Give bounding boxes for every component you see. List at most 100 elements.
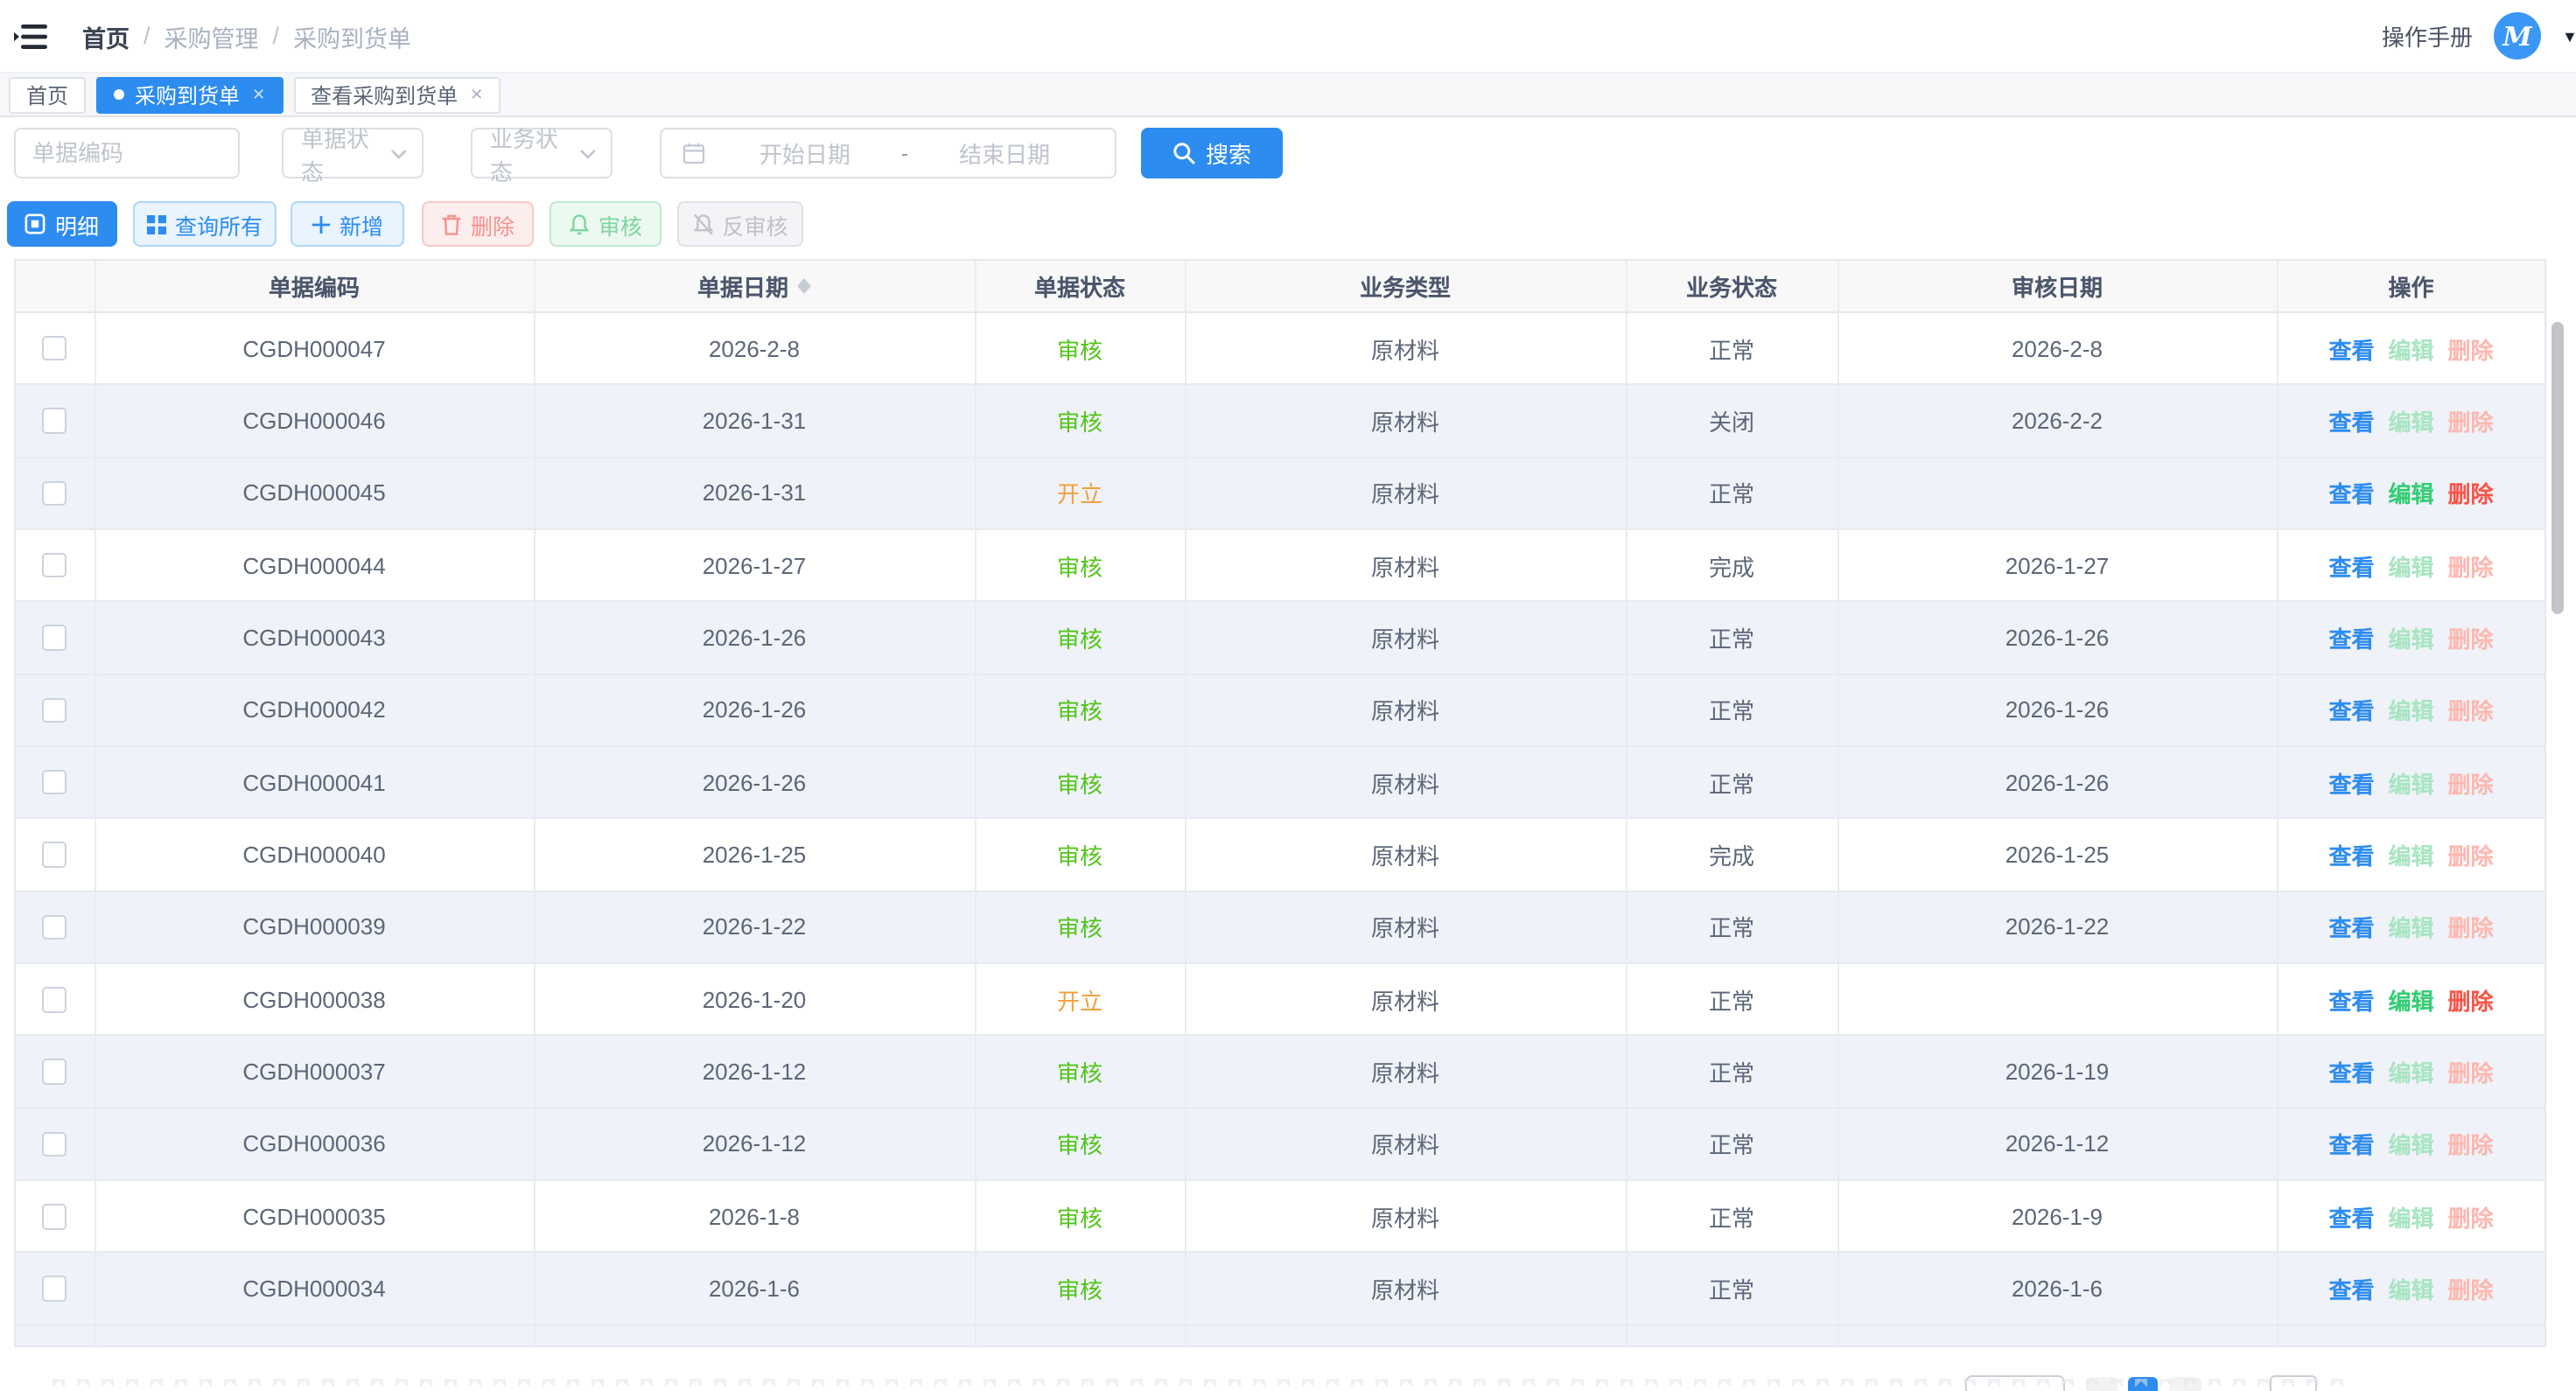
row-checkbox[interactable] [42, 409, 67, 434]
cell-doc-status: 开立 [976, 458, 1186, 528]
row-checkbox[interactable] [42, 553, 67, 578]
user-menu-caret-icon[interactable]: ▼ [2562, 27, 2576, 45]
delete-link[interactable]: 删除 [2448, 477, 2494, 510]
edit-link[interactable]: 编辑 [2388, 621, 2433, 654]
status-badge: 审核 [1057, 1200, 1102, 1234]
view-link[interactable]: 查看 [2328, 1200, 2374, 1234]
row-select-cell [15, 1037, 95, 1108]
row-checkbox[interactable] [42, 1204, 67, 1229]
delete-link[interactable]: 删除 [2448, 1055, 2494, 1088]
doc-status-select[interactable]: 单据状态 [282, 128, 424, 178]
edit-link[interactable]: 编辑 [2388, 1200, 2433, 1234]
cell-operations: 查看编辑删除 [2278, 458, 2544, 528]
cell-doc-code: CGDH000035 [95, 1181, 535, 1252]
audit-button[interactable]: 审核 [550, 201, 662, 247]
cell-operations: 查看编辑删除 [2278, 964, 2544, 1035]
button-label: 明细 [55, 207, 99, 241]
view-link[interactable]: 查看 [2328, 983, 2374, 1017]
row-checkbox[interactable] [42, 770, 67, 795]
edit-link[interactable]: 编辑 [2388, 477, 2433, 510]
edit-link[interactable]: 编辑 [2388, 1055, 2433, 1088]
view-link[interactable]: 查看 [2328, 838, 2374, 871]
edit-link[interactable]: 编辑 [2388, 332, 2433, 365]
delete-link[interactable]: 删除 [2448, 765, 2494, 799]
delete-link[interactable]: 删除 [2448, 1272, 2494, 1305]
sort-icon[interactable] [797, 278, 811, 294]
date-range-picker[interactable]: 开始日期 - 结束日期 [660, 128, 1116, 178]
collapse-menu-icon[interactable] [12, 20, 51, 52]
edit-link[interactable]: 编辑 [2388, 765, 2433, 799]
view-link[interactable]: 查看 [2328, 621, 2374, 654]
operation-manual-link[interactable]: 操作手册 [2382, 19, 2473, 52]
edit-link[interactable]: 编辑 [2388, 1128, 2433, 1161]
biz-status-select[interactable]: 业务状态 [471, 128, 612, 178]
edit-link[interactable]: 编辑 [2388, 549, 2433, 582]
edit-link[interactable]: 编辑 [2388, 404, 2433, 437]
delete-link[interactable]: 删除 [2448, 911, 2494, 944]
user-avatar[interactable]: M [2494, 12, 2541, 59]
tab-view-purchase-receipt[interactable]: 查看采购到货单 ✕ [293, 76, 500, 113]
row-checkbox[interactable] [42, 626, 67, 651]
view-link[interactable]: 查看 [2328, 404, 2374, 437]
row-checkbox[interactable] [42, 1131, 67, 1157]
edit-link[interactable]: 编辑 [2388, 694, 2433, 727]
cell-doc-date: 2026-1-27 [535, 530, 976, 601]
table-row: CGDH0000442026-1-27审核原材料完成2026-1-27查看编辑删… [15, 530, 2544, 603]
close-tab-icon[interactable]: ✕ [470, 87, 483, 102]
delete-link[interactable]: 删除 [2448, 983, 2494, 1017]
delete-button[interactable]: 删除 [422, 201, 534, 247]
add-button[interactable]: 新增 [290, 201, 404, 247]
detail-button[interactable]: 明细 [7, 201, 117, 247]
row-checkbox[interactable] [42, 480, 67, 506]
row-checkbox[interactable] [42, 1059, 67, 1085]
view-link[interactable]: 查看 [2328, 549, 2374, 582]
button-label: 查询所有 [175, 207, 262, 241]
header-select-cell [15, 261, 95, 311]
breadcrumb-home[interactable]: 首页 [82, 18, 130, 53]
row-checkbox[interactable] [42, 987, 67, 1012]
cell-doc-code: CGDH000041 [95, 747, 535, 818]
row-checkbox[interactable] [42, 914, 67, 940]
search-button[interactable]: 搜索 [1141, 128, 1283, 178]
table-row: CGDH0000372026-1-12审核原材料正常2026-1-19查看编辑删… [15, 1037, 2544, 1109]
view-link[interactable]: 查看 [2328, 1272, 2374, 1305]
unaudit-button[interactable]: 反审核 [677, 201, 803, 247]
delete-link[interactable]: 删除 [2448, 549, 2494, 582]
view-link[interactable]: 查看 [2328, 911, 2374, 944]
edit-link[interactable]: 编辑 [2388, 1272, 2433, 1305]
row-checkbox[interactable] [42, 336, 67, 361]
cell-operations: 查看编辑删除 [2278, 675, 2544, 745]
tab-home[interactable]: 首页 [9, 76, 86, 113]
row-checkbox[interactable] [42, 1276, 67, 1302]
delete-link[interactable]: 删除 [2448, 404, 2494, 437]
delete-link[interactable]: 删除 [2448, 838, 2494, 871]
cell-doc-date: 2026-1-26 [535, 675, 976, 745]
edit-link[interactable]: 编辑 [2388, 911, 2433, 944]
view-link[interactable]: 查看 [2328, 1055, 2374, 1088]
delete-link[interactable]: 删除 [2448, 621, 2494, 654]
row-checkbox[interactable] [42, 697, 67, 723]
delete-link[interactable]: 删除 [2448, 694, 2494, 727]
view-link[interactable]: 查看 [2328, 694, 2374, 727]
delete-link[interactable]: 删除 [2448, 332, 2494, 365]
delete-link[interactable]: 删除 [2448, 1200, 2494, 1234]
cell-biz-status: 关闭 [1627, 386, 1838, 457]
close-tab-icon[interactable]: ✕ [252, 87, 265, 102]
tab-purchase-receipt[interactable]: 采购到货单 ✕ [96, 76, 283, 113]
status-badge: 开立 [1057, 983, 1102, 1017]
query-all-button[interactable]: 查询所有 [133, 201, 276, 247]
edit-link[interactable]: 编辑 [2388, 838, 2433, 871]
delete-link[interactable]: 删除 [2448, 1128, 2494, 1161]
view-link[interactable]: 查看 [2328, 1128, 2374, 1161]
detail-icon [25, 213, 46, 234]
edit-link[interactable]: 编辑 [2388, 983, 2433, 1017]
view-link[interactable]: 查看 [2328, 765, 2374, 799]
row-checkbox[interactable] [42, 842, 67, 868]
view-link[interactable]: 查看 [2328, 332, 2374, 365]
doc-code-input[interactable] [13, 128, 239, 178]
table-scrollbar-thumb[interactable] [2552, 322, 2564, 614]
cell-operations: 查看编辑删除 [2278, 820, 2544, 891]
row-select-cell [15, 458, 95, 528]
view-link[interactable]: 查看 [2328, 477, 2374, 510]
breadcrumb-purchase-mgmt[interactable]: 采购管理 [164, 18, 259, 53]
